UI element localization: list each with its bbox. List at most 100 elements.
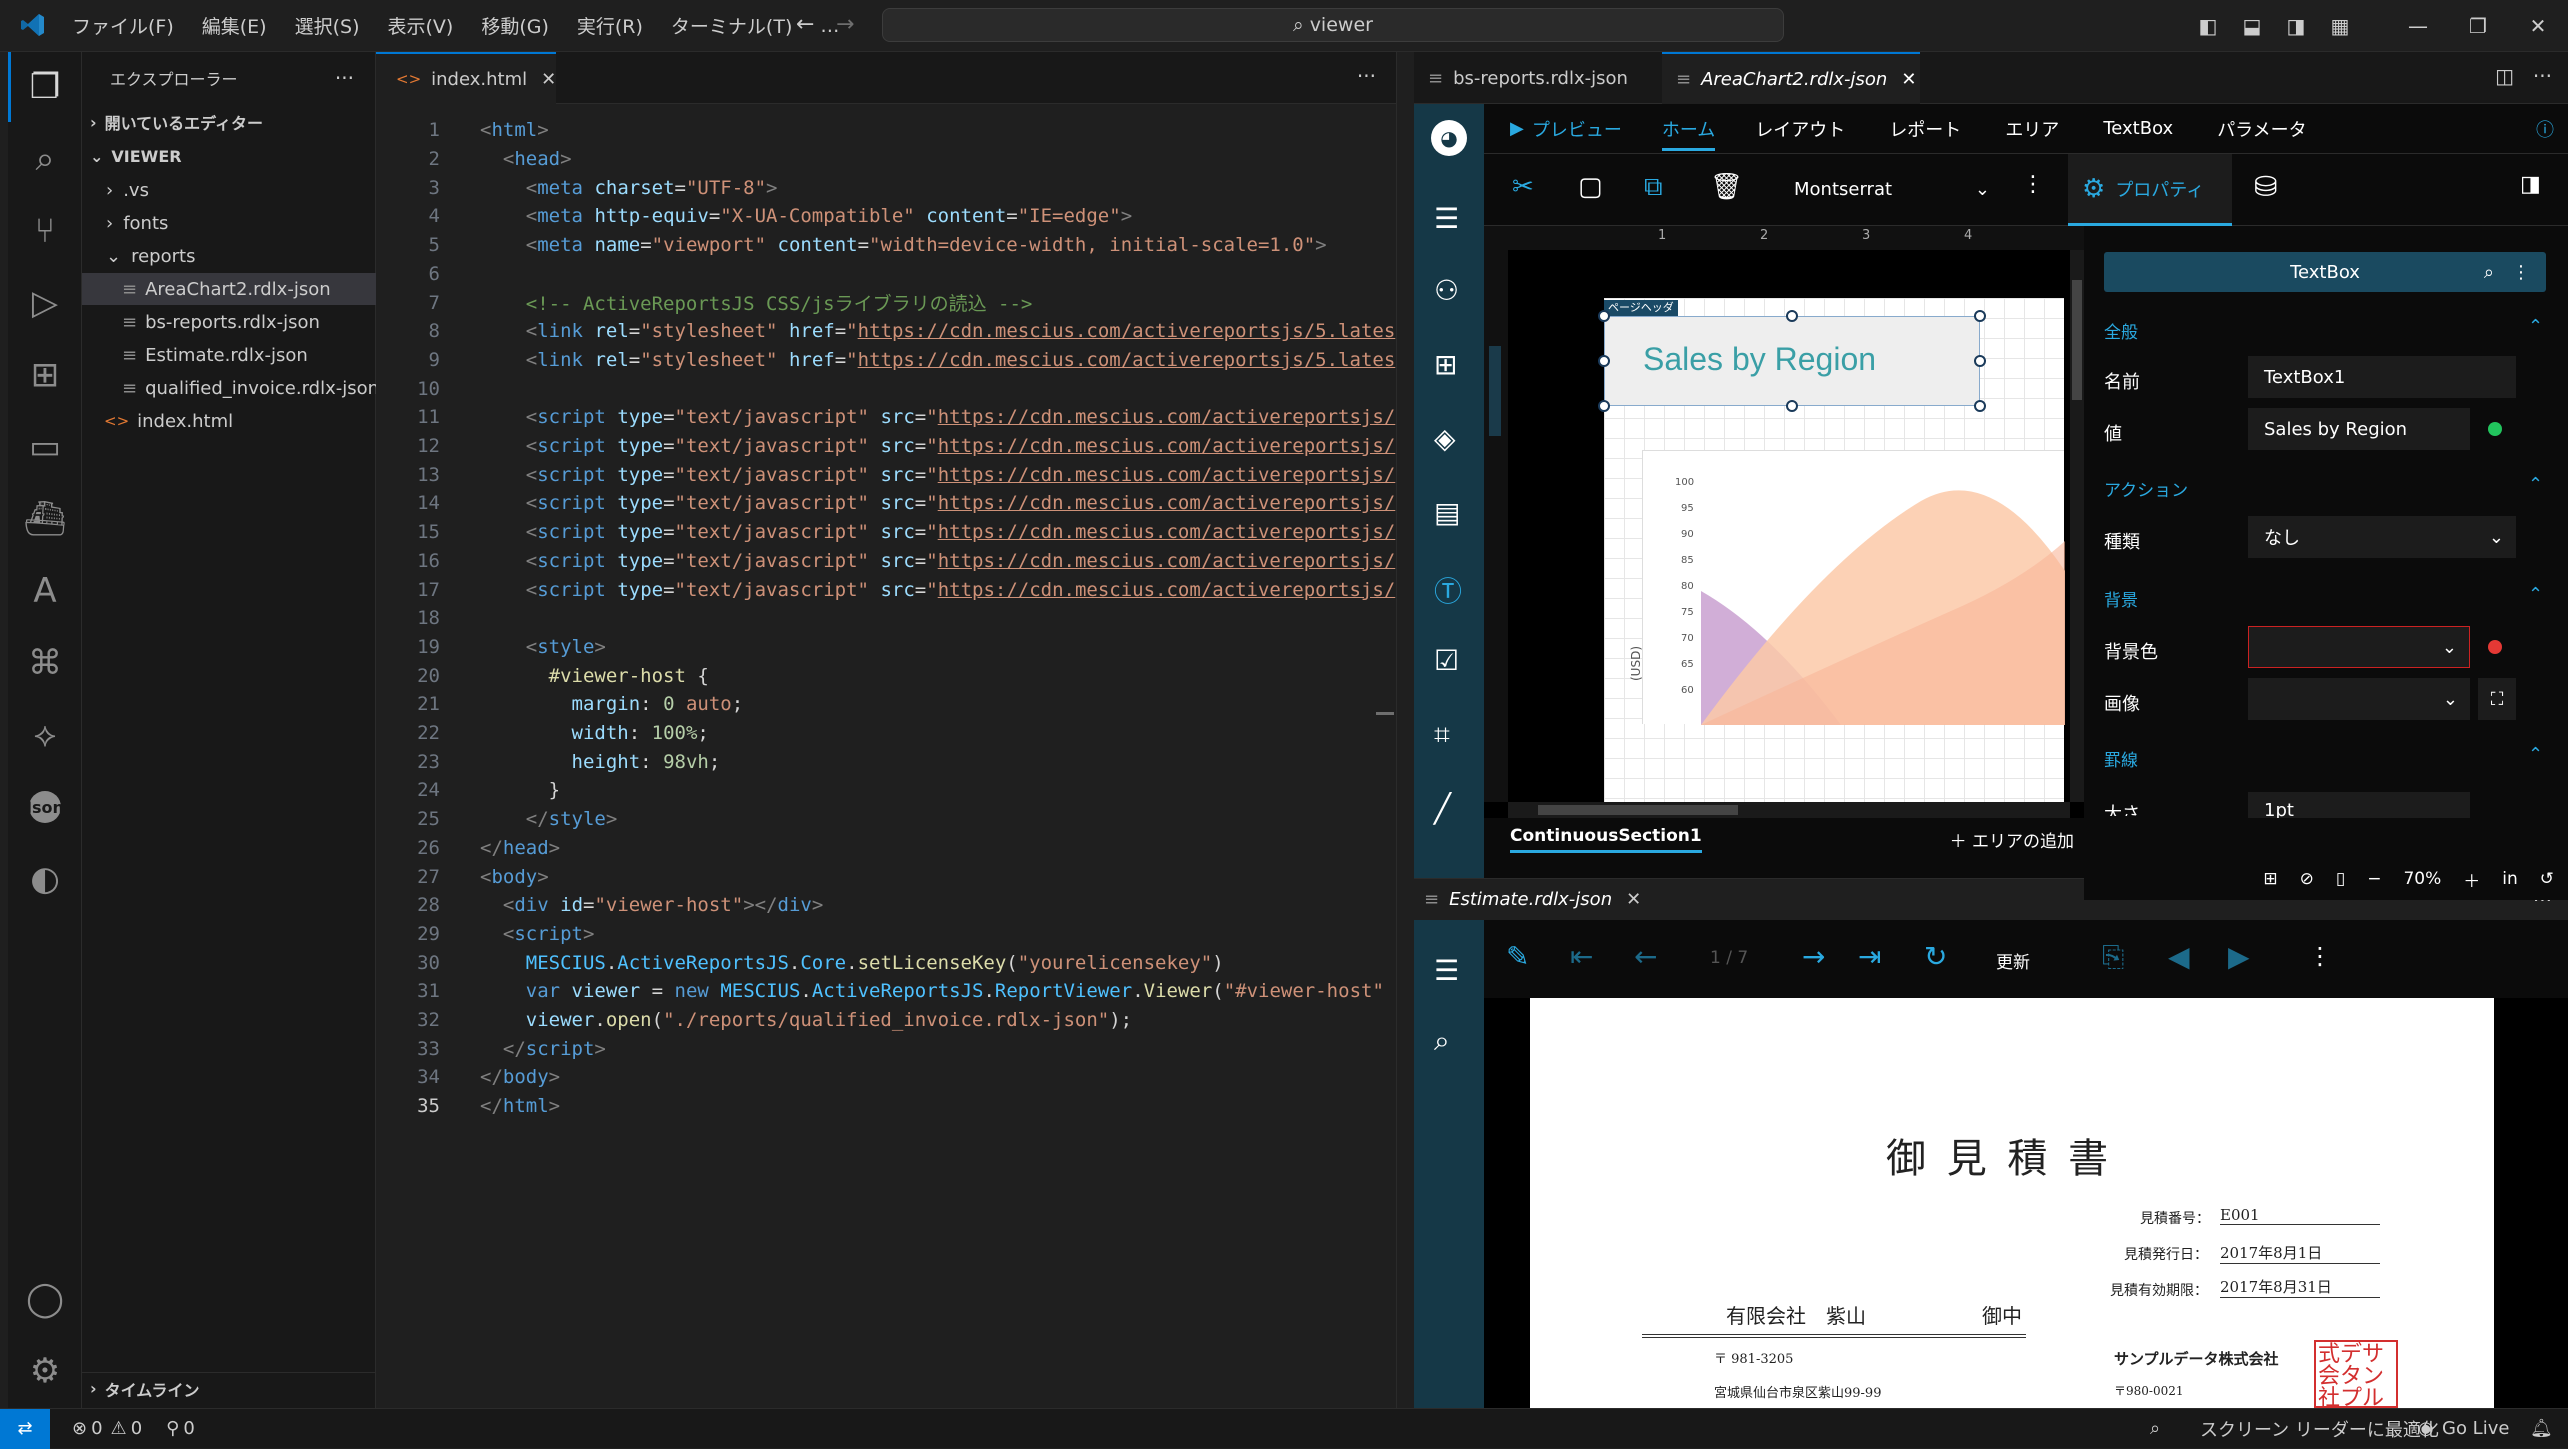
refresh-icon[interactable]: ↻	[1924, 940, 1947, 973]
search-icon[interactable]: ⌕	[8, 124, 82, 194]
chevron-up-icon[interactable]: ⌃	[2528, 474, 2543, 495]
tree-item-index-html[interactable]: <> index.html	[82, 405, 376, 437]
design-canvas[interactable]: 1 2 3 4 ページヘッダ Sales by Region (USD) 100	[1484, 226, 2084, 818]
search-icon[interactable]: ⌕	[1434, 1024, 1450, 1058]
zoom-in-icon[interactable]: ＋	[2463, 867, 2480, 892]
menu-selection[interactable]: 選択(S)	[281, 12, 374, 39]
menu-view[interactable]: 表示(V)	[374, 12, 468, 39]
snap-off-icon[interactable]: ⊘	[2300, 869, 2314, 889]
background-section-header[interactable]: 背景	[2104, 586, 2138, 611]
editor-split-gutter[interactable]	[1396, 52, 1414, 1408]
ruler-icon[interactable]: ▯	[2336, 869, 2345, 889]
barcode-tool-icon[interactable]: ⌗	[1434, 718, 1450, 752]
component-selector[interactable]: TextBox ⌕ ⋮	[2104, 252, 2546, 292]
previous-page-icon[interactable]: ←	[1634, 940, 1657, 973]
tab-areachart2[interactable]: ≡ AreaChart2.rdlx-json ✕	[1662, 52, 1920, 104]
error-status-dot[interactable]	[2488, 640, 2502, 654]
tab-bs-reports[interactable]: ≡ bs-reports.rdlx-json	[1414, 52, 1662, 104]
border-section-header[interactable]: 罫線	[2104, 746, 2138, 771]
checkbox-tool-icon[interactable]: ☑	[1434, 644, 1459, 677]
page-indicator[interactable]: 1 / 7	[1710, 948, 1748, 968]
menu-edit[interactable]: 編集(E)	[188, 12, 281, 39]
table-icon[interactable]: ▤	[1434, 496, 1460, 529]
tree-item-vs[interactable]: › .vs	[82, 174, 376, 206]
tree-item-fonts[interactable]: › fonts	[82, 207, 376, 239]
resize-handle[interactable]	[1974, 310, 1986, 322]
warning-icon[interactable]: ⚠	[111, 1418, 127, 1439]
info-icon[interactable]: ⓘ	[2536, 116, 2554, 142]
tree-item-bs-reports[interactable]: ≡ bs-reports.rdlx-json	[82, 306, 376, 338]
edit-icon[interactable]: ✎	[1506, 940, 1529, 973]
more-actions-icon[interactable]: ···	[335, 66, 354, 90]
zoom-icon[interactable]: ⌕	[2150, 1418, 2160, 1439]
vertical-scrollbar[interactable]	[2070, 250, 2084, 802]
chevron-up-icon[interactable]: ⌃	[2528, 744, 2543, 765]
search-icon[interactable]: ⌕	[2484, 262, 2494, 283]
back-arrow-icon[interactable]: ←	[796, 12, 814, 37]
command-center-search[interactable]: ⌕ viewer	[882, 8, 1784, 42]
menu-run[interactable]: 実行(R)	[563, 12, 657, 39]
layers-icon[interactable]: ◈	[1434, 422, 1456, 455]
section-tab[interactable]: ContinuousSection1	[1510, 826, 1702, 853]
delete-icon[interactable]: 🗑	[1710, 172, 1743, 202]
zoom-out-icon[interactable]: −	[2367, 869, 2381, 889]
hierarchy-icon[interactable]: ⚇	[1434, 274, 1459, 307]
properties-tab[interactable]: ⚙ プロパティ	[2068, 154, 2232, 226]
tree-item-qualified-invoice[interactable]: ≡ qualified_invoice.rdlx-json	[82, 372, 379, 404]
more-vertical-icon[interactable]: ⋮	[2022, 172, 2044, 197]
expression-status-dot[interactable]	[2488, 422, 2502, 436]
tree-item-estimate[interactable]: ≡ Estimate.rdlx-json	[82, 339, 376, 371]
json-icon[interactable]: Json	[8, 772, 82, 842]
notifications-bell-icon[interactable]: 🔔︎	[2530, 1418, 2553, 1439]
toggle-secondary-sidebar-icon[interactable]: ◨	[2274, 14, 2318, 38]
code-area[interactable]: 1 <html> 2 <head> 3 <meta charset="UTF-8"…	[376, 104, 1396, 1408]
forward-arrow-icon[interactable]: →	[836, 12, 854, 37]
general-section-header[interactable]: 全般	[2104, 318, 2138, 343]
resize-handle[interactable]	[1786, 400, 1798, 412]
more-vertical-icon[interactable]: ⋮	[2512, 262, 2530, 283]
maximize-button[interactable]: ❐	[2448, 14, 2508, 38]
area-chart[interactable]: (USD) 100 95 90 85 80 75 70 65 60	[1629, 450, 2065, 725]
error-count[interactable]: 0	[91, 1418, 102, 1439]
split-editor-icon[interactable]: ◫	[2495, 64, 2514, 88]
menu-area[interactable]: エリア	[2005, 116, 2059, 142]
explorer-icon[interactable]: ❐	[8, 52, 82, 122]
line-tool-icon[interactable]: ╱	[1434, 792, 1451, 825]
dataset-icon[interactable]: ⊞	[1434, 348, 1457, 381]
copy-icon[interactable]: ▢	[1578, 172, 1603, 202]
expand-icon[interactable]: ⛶	[2478, 678, 2516, 720]
history-back-icon[interactable]: ◀	[2168, 940, 2190, 973]
toggle-panel-icon[interactable]: ◨	[2520, 172, 2541, 197]
broadcast-icon[interactable]: ◉	[2418, 1418, 2434, 1439]
resize-handle[interactable]	[1974, 355, 1986, 367]
size-input[interactable]: 1pt	[2248, 792, 2470, 818]
resize-handle[interactable]	[1974, 400, 1986, 412]
warning-count[interactable]: 0	[131, 1418, 142, 1439]
tab-index-html[interactable]: <> index.html ✕	[376, 52, 556, 104]
azure-icon[interactable]: A	[8, 556, 82, 626]
remote-explorer-icon[interactable]: ▭	[8, 412, 82, 482]
viewer-folder-section[interactable]: ⌄ VIEWER	[82, 140, 376, 172]
copilot-icon[interactable]: ⟡	[8, 700, 82, 770]
live-share-icon[interactable]: ◐	[8, 844, 82, 914]
hamburger-menu-icon[interactable]: ☰	[1434, 202, 1459, 235]
tree-item-reports[interactable]: ⌄ reports	[82, 240, 376, 272]
menu-parameter[interactable]: パラメータ	[2217, 116, 2306, 142]
remote-indicator-icon[interactable]: ⇄	[0, 1408, 50, 1449]
chevron-up-icon[interactable]: ⌃	[2528, 316, 2543, 337]
paste-icon[interactable]: ⧉	[1644, 172, 1663, 203]
zoom-level[interactable]: 70%	[2403, 869, 2441, 889]
close-tab-icon[interactable]: ✕	[1626, 889, 1641, 910]
next-page-icon[interactable]: →	[1802, 940, 1825, 973]
font-family-select[interactable]: Montserrat ⌄	[1780, 168, 1990, 210]
menu-terminal[interactable]: ターミナル(T)	[657, 12, 806, 39]
tab-estimate[interactable]: Estimate.rdlx-json	[1449, 889, 1612, 910]
python-icon[interactable]: ⌘	[8, 628, 82, 698]
menu-textbox[interactable]: TextBox	[2103, 118, 2173, 139]
close-tab-icon[interactable]: ✕	[541, 69, 556, 90]
kind-select[interactable]: なし ⌄	[2248, 516, 2516, 558]
open-editors-section[interactable]: › 開いているエディター	[82, 106, 376, 138]
error-icon[interactable]: ⊗	[72, 1418, 87, 1439]
last-page-icon[interactable]: ⇥	[1858, 940, 1881, 973]
action-section-header[interactable]: アクション	[2104, 476, 2188, 501]
